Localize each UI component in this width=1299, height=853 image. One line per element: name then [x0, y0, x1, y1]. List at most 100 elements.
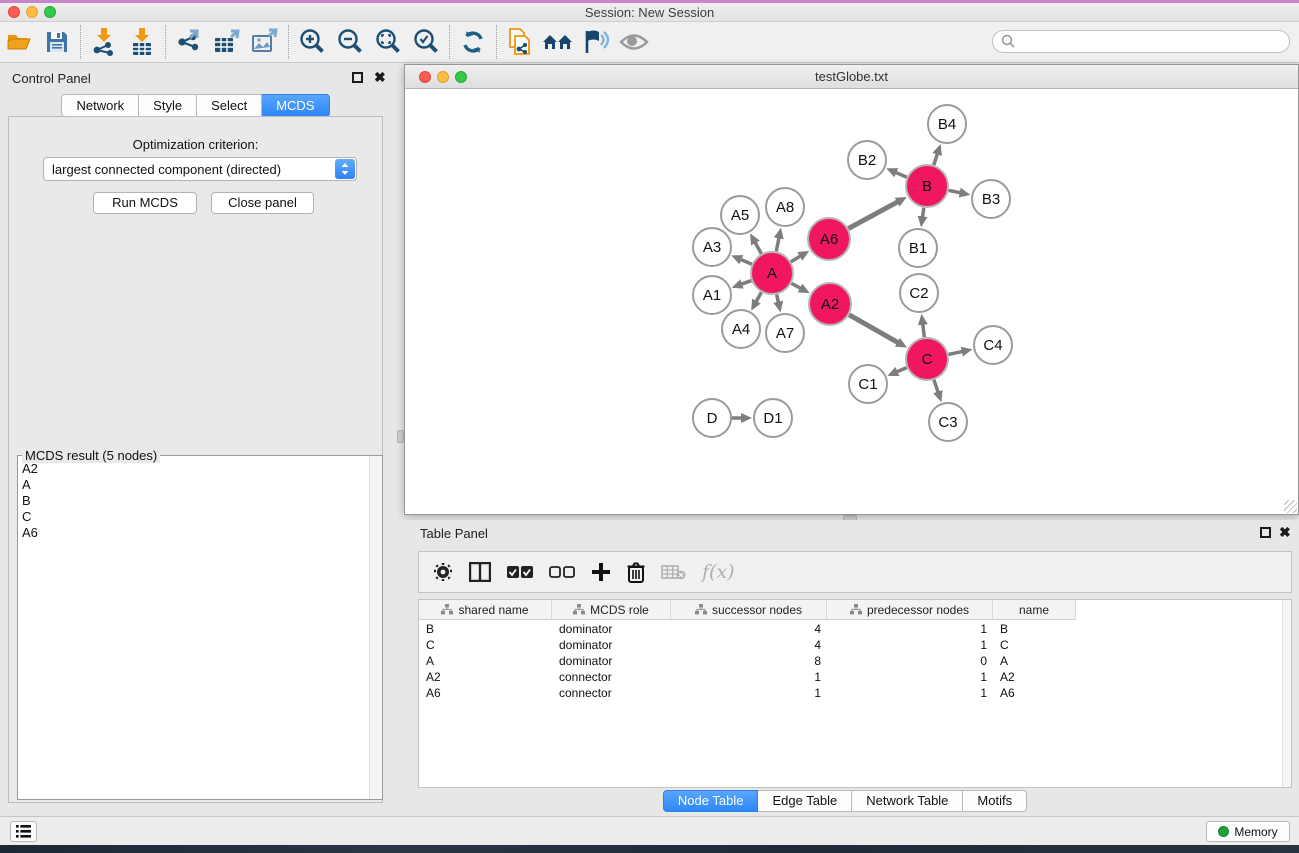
vertical-splitter-handle[interactable]	[397, 430, 404, 443]
table-cell[interactable]: 1	[827, 621, 993, 637]
mcds-result-item[interactable]: A6	[22, 525, 366, 541]
table-cell[interactable]: A	[993, 653, 1076, 669]
table-cell[interactable]: A2	[419, 669, 552, 685]
edge-B-B2[interactable]	[895, 172, 906, 177]
table-cell[interactable]: B	[419, 621, 552, 637]
column-header-successor-nodes[interactable]: successor nodes	[671, 600, 827, 620]
node-A8[interactable]: A8	[766, 188, 804, 226]
node-A1[interactable]: A1	[693, 276, 731, 314]
table-cell[interactable]: A2	[993, 669, 1076, 685]
export-network-button[interactable]	[170, 25, 208, 59]
edge-A-A4[interactable]	[756, 292, 761, 302]
zoom-out-button[interactable]	[331, 25, 369, 59]
edge-A-A2[interactable]	[791, 283, 800, 288]
table-cell[interactable]: dominator	[552, 637, 671, 653]
table-cell[interactable]: connector	[552, 685, 671, 701]
table-scrollbar[interactable]	[1282, 600, 1291, 787]
export-table-button[interactable]	[208, 25, 246, 59]
table-cell[interactable]: 4	[671, 637, 827, 653]
mcds-result-list[interactable]: A2ABCA6	[18, 459, 370, 798]
column-header-mcds-role[interactable]: MCDS role	[552, 600, 671, 620]
close-table-panel-icon[interactable]: ✖	[1279, 524, 1291, 541]
tab-style[interactable]: Style	[139, 94, 197, 117]
table-cell[interactable]: A6	[993, 685, 1076, 701]
node-A3[interactable]: A3	[693, 228, 731, 266]
first-neighbors-button[interactable]	[539, 25, 577, 59]
criterion-dropdown[interactable]: largest connected component (directed)	[43, 157, 357, 181]
mcds-result-item[interactable]: A2	[22, 461, 366, 477]
table-cell[interactable]: 0	[827, 653, 993, 669]
table-cell[interactable]: C	[419, 637, 552, 653]
search-field[interactable]	[992, 30, 1290, 53]
table-cell[interactable]: C	[993, 637, 1076, 653]
open-session-button[interactable]	[0, 25, 38, 59]
mcds-result-item[interactable]: B	[22, 493, 366, 509]
table-cell[interactable]: dominator	[552, 653, 671, 669]
unselect-all-columns-button[interactable]	[549, 565, 575, 579]
mcds-result-item[interactable]: A	[22, 477, 366, 493]
table-row[interactable]: Cdominator41C	[419, 637, 1291, 653]
node-A2[interactable]: A2	[809, 283, 851, 325]
edge-A6-B[interactable]	[848, 202, 898, 229]
node-C4[interactable]: C4	[974, 326, 1012, 364]
node-A5[interactable]: A5	[721, 196, 759, 234]
node-C1[interactable]: C1	[849, 365, 887, 403]
edge-B-B4[interactable]	[934, 154, 938, 166]
node-A[interactable]: A	[751, 252, 793, 294]
table-settings-button[interactable]	[433, 562, 453, 582]
column-header-shared-name[interactable]: shared name	[419, 600, 552, 620]
edge-A2-C[interactable]	[849, 315, 898, 343]
edge-A-A8[interactable]	[776, 237, 779, 251]
column-header-predecessor-nodes[interactable]: predecessor nodes	[827, 600, 993, 620]
hide-selected-button[interactable]	[577, 25, 615, 59]
tab-mcds[interactable]: MCDS	[262, 94, 329, 117]
edge-A-A3[interactable]	[740, 259, 751, 264]
table-cell[interactable]: A6	[419, 685, 552, 701]
edge-A-A7[interactable]	[777, 295, 779, 303]
edge-A-A5[interactable]	[755, 242, 761, 254]
table-row[interactable]: Adominator80A	[419, 653, 1291, 669]
tab-network-table[interactable]: Network Table	[852, 790, 963, 812]
tab-edge-table[interactable]: Edge Table	[758, 790, 852, 812]
show-column-panel-button[interactable]	[469, 562, 491, 582]
node-B2[interactable]: B2	[848, 141, 886, 179]
table-cell[interactable]: dominator	[552, 621, 671, 637]
create-column-button[interactable]	[591, 562, 611, 582]
node-A4[interactable]: A4	[722, 310, 760, 348]
close-panel-icon[interactable]: ✖	[374, 69, 386, 86]
edge-A-A6[interactable]	[791, 256, 801, 262]
edge-C-C3[interactable]	[934, 380, 938, 393]
run-mcds-button[interactable]: Run MCDS	[93, 192, 197, 214]
node-B3[interactable]: B3	[972, 180, 1010, 218]
table-row[interactable]: Bdominator41B	[419, 621, 1291, 637]
table-cell[interactable]: B	[993, 621, 1076, 637]
function-builder-button[interactable]: f(x)	[702, 561, 735, 583]
tab-motifs[interactable]: Motifs	[963, 790, 1027, 812]
table-cell[interactable]: A	[419, 653, 552, 669]
task-history-button[interactable]	[10, 821, 37, 842]
node-C3[interactable]: C3	[929, 403, 967, 441]
table-cell[interactable]: 1	[827, 637, 993, 653]
node-B1[interactable]: B1	[899, 229, 937, 267]
node-C[interactable]: C	[906, 338, 948, 380]
edge-C-C2[interactable]	[923, 324, 925, 337]
table-cell[interactable]: connector	[552, 669, 671, 685]
edge-C-C4[interactable]	[949, 351, 963, 354]
table-row[interactable]: A2connector11A2	[419, 669, 1291, 685]
import-network-button[interactable]	[85, 25, 123, 59]
node-table[interactable]: shared nameMCDS rolesuccessor nodesprede…	[418, 599, 1292, 788]
tab-network[interactable]: Network	[61, 94, 139, 117]
float-panel-icon[interactable]	[352, 72, 363, 83]
table-cell[interactable]: 8	[671, 653, 827, 669]
zoom-selected-button[interactable]	[407, 25, 445, 59]
refresh-view-button[interactable]	[454, 25, 492, 59]
resize-grip-icon[interactable]	[1284, 500, 1297, 513]
zoom-fit-button[interactable]	[369, 25, 407, 59]
node-B4[interactable]: B4	[928, 105, 966, 143]
tab-node-table[interactable]: Node Table	[663, 790, 759, 812]
select-all-columns-button[interactable]	[507, 565, 533, 579]
column-header-name[interactable]: name	[993, 600, 1076, 620]
memory-button[interactable]: Memory	[1206, 821, 1290, 842]
edge-C-C1[interactable]	[897, 368, 907, 372]
mcds-list-scrollbar[interactable]	[369, 456, 382, 799]
